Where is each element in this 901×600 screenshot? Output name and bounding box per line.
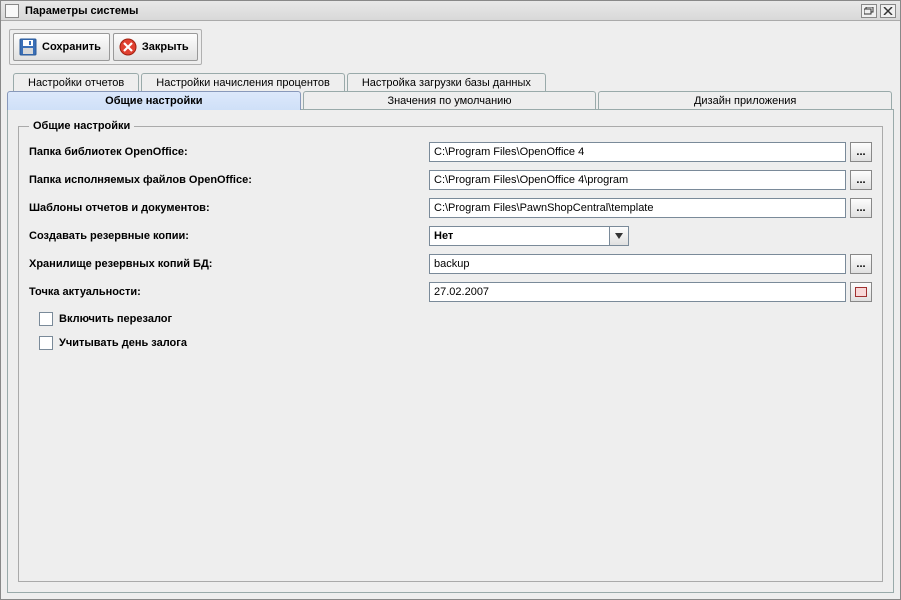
date-picker-button[interactable] [850,282,872,302]
tab-reports-settings[interactable]: Настройки отчетов [13,73,139,92]
system-parameters-window: Параметры системы [0,0,901,600]
checkbox-enable-repledge[interactable]: Включить перезалог [39,312,872,326]
tab-label: Общие настройки [105,95,202,107]
input-backup-store[interactable] [429,254,846,274]
save-button-label: Сохранить [42,41,101,53]
close-toolbar-button[interactable]: Закрыть [113,33,198,61]
checkbox-label: Включить перезалог [59,313,172,325]
save-icon [18,37,38,57]
tab-label: Настройки начисления процентов [156,77,330,89]
close-toolbar-button-label: Закрыть [142,41,189,53]
calendar-icon [855,287,867,297]
row-actual-point: Точка актуальности: [29,282,872,302]
tab-interest-settings[interactable]: Настройки начисления процентов [141,73,345,92]
window-icon [5,4,19,18]
label-backup-store: Хранилище резервных копий БД: [29,258,429,270]
select-backup-create[interactable] [429,226,629,246]
row-oo-exe: Папка исполняемых файлов OpenOffice: ... [29,170,872,190]
browse-templates-button[interactable]: ... [850,198,872,218]
row-oo-lib: Папка библиотек OpenOffice: ... [29,142,872,162]
close-icon [883,7,893,15]
checkbox-count-pledge-day[interactable]: Учитывать день залога [39,336,872,350]
input-actual-point[interactable] [429,282,846,302]
checkbox-box[interactable] [39,312,53,326]
tab-db-load-settings[interactable]: Настройка загрузки базы данных [347,73,546,92]
tab-panel: Общие настройки Папка библиотек OpenOffi… [7,109,894,593]
row-backup-create: Создавать резервные копии: [29,226,872,246]
restore-button[interactable] [861,4,877,18]
input-oo-exe[interactable] [429,170,846,190]
tab-label: Настройка загрузки базы данных [362,77,531,89]
browse-backup-store-button[interactable]: ... [850,254,872,274]
row-templates: Шаблоны отчетов и документов: ... [29,198,872,218]
tab-row-2: Общие настройки Значения по умолчанию Ди… [7,91,894,110]
tab-general-settings[interactable]: Общие настройки [7,91,301,110]
input-templates[interactable] [429,198,846,218]
tab-label: Значения по умолчанию [387,95,511,107]
select-backup-create-display[interactable] [429,226,609,246]
tab-label: Настройки отчетов [28,77,124,89]
toolbar: Сохранить Закрыть [1,21,900,73]
tab-row-1: Настройки отчетов Настройки начисления п… [7,73,894,92]
tab-default-values[interactable]: Значения по умолчанию [303,91,597,110]
browse-oo-lib-button[interactable]: ... [850,142,872,162]
toolbar-frame: Сохранить Закрыть [9,29,202,65]
close-button[interactable] [880,4,896,18]
chevron-down-icon [615,233,623,239]
checkbox-label: Учитывать день залога [59,337,187,349]
label-oo-exe: Папка исполняемых файлов OpenOffice: [29,174,429,186]
checkbox-box[interactable] [39,336,53,350]
label-actual-point: Точка актуальности: [29,286,429,298]
browse-oo-exe-button[interactable]: ... [850,170,872,190]
close-toolbar-icon [118,37,138,57]
label-oo-lib: Папка библиотек OpenOffice: [29,146,429,158]
row-backup-store: Хранилище резервных копий БД: ... [29,254,872,274]
dropdown-button[interactable] [609,226,629,246]
tab-label: Дизайн приложения [694,95,796,107]
titlebar[interactable]: Параметры системы [1,1,900,21]
restore-icon [864,7,874,15]
input-oo-lib[interactable] [429,142,846,162]
general-settings-fieldset: Общие настройки Папка библиотек OpenOffi… [18,120,883,582]
tab-app-design[interactable]: Дизайн приложения [598,91,892,110]
content-area: Настройки отчетов Настройки начисления п… [1,73,900,599]
save-button[interactable]: Сохранить [13,33,110,61]
label-backup-create: Создавать резервные копии: [29,230,429,242]
fieldset-legend: Общие настройки [29,120,134,132]
window-title: Параметры системы [25,5,138,17]
label-templates: Шаблоны отчетов и документов: [29,202,429,214]
